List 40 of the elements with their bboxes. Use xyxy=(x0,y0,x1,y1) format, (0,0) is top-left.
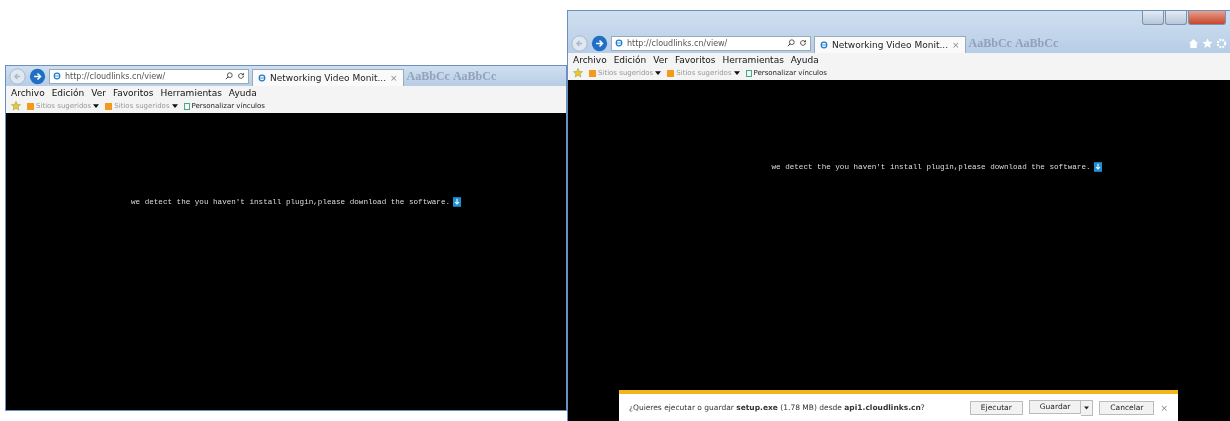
refresh-icon[interactable] xyxy=(237,72,245,80)
address-field[interactable]: http://cloudlinks.cn/view/ xyxy=(611,35,811,51)
forward-icon[interactable] xyxy=(29,67,46,85)
menu-item[interactable]: Ayuda xyxy=(790,55,819,65)
caret-icon[interactable] xyxy=(171,104,178,108)
menu-item[interactable]: Ayuda xyxy=(228,88,257,98)
caret-icon xyxy=(1084,405,1090,410)
menu-item[interactable]: Favoritos xyxy=(112,88,154,98)
dropdown-button[interactable] xyxy=(1081,399,1094,416)
favorites-star-icon[interactable] xyxy=(11,101,21,111)
maximize-button[interactable] xyxy=(1165,11,1187,25)
search-icon[interactable] xyxy=(225,72,233,80)
star-icon[interactable] xyxy=(1202,37,1213,49)
search-icon[interactable] xyxy=(787,39,795,47)
menu-item[interactable]: Ver xyxy=(91,88,106,98)
menu-item[interactable]: Favoritos xyxy=(674,55,716,65)
caret-icon[interactable] xyxy=(733,71,740,75)
menu-item[interactable]: Herramientas xyxy=(160,88,222,98)
menu-item[interactable]: Edición xyxy=(51,88,85,98)
caret-icon[interactable] xyxy=(93,104,100,108)
caret-icon[interactable] xyxy=(655,71,662,75)
browser-tab[interactable]: Networking Video Monit... × xyxy=(814,35,966,54)
menu-item[interactable]: Archivo xyxy=(11,88,45,98)
page-icon xyxy=(820,41,828,49)
minimize-button[interactable] xyxy=(1142,11,1164,25)
browser-tab[interactable]: Networking Video Monit... × xyxy=(252,68,404,87)
menu-item[interactable]: Ver xyxy=(653,55,668,65)
download-icon[interactable] xyxy=(1093,162,1102,172)
page-icon xyxy=(615,39,623,47)
background-text: AaBbCc xyxy=(406,68,450,84)
forward-icon[interactable] xyxy=(591,34,608,52)
page-icon xyxy=(53,72,61,80)
close-icon[interactable]: × xyxy=(1160,402,1168,413)
menu-item[interactable]: Herramientas xyxy=(722,55,784,65)
page-icon xyxy=(258,74,266,82)
menu-item[interactable]: Edición xyxy=(613,55,647,65)
refresh-icon[interactable] xyxy=(799,39,807,47)
favorites-star-icon[interactable] xyxy=(573,68,583,78)
address-field[interactable]: http://cloudlinks.cn/view/ xyxy=(49,68,249,84)
menu-item[interactable]: Archivo xyxy=(573,55,607,65)
